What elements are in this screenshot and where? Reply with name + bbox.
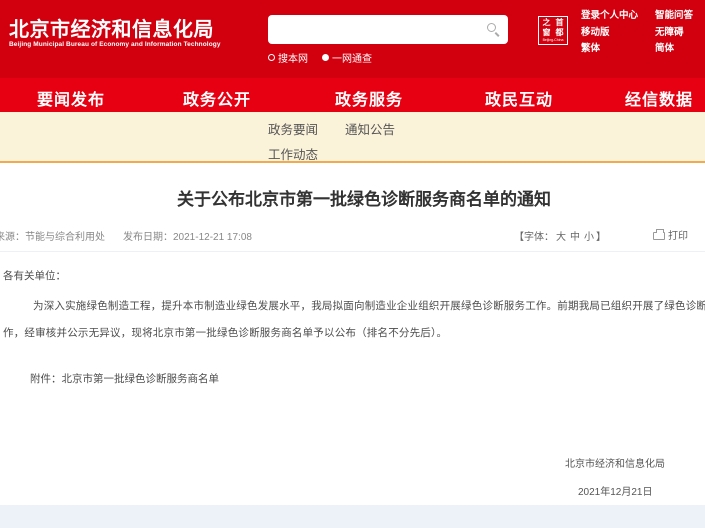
- source-label: 来源：: [0, 232, 25, 243]
- article-date: 发布日期：2021-12-21 17:08: [123, 228, 252, 243]
- article-title: 关于公布北京市第一批绿色诊断服务商名单的通知: [177, 185, 551, 210]
- scope-option-network[interactable]: 一网通查: [322, 50, 372, 65]
- link-login-personal-center[interactable]: 登录个人中心: [581, 8, 638, 25]
- link-mobile-version[interactable]: 移动版: [581, 25, 638, 42]
- link-smart-qa[interactable]: 智能问答: [655, 8, 693, 25]
- nav-dropdown: 政务要闻 通知公告 工作动态: [0, 112, 705, 163]
- font-size-widget: 【字体：大中小】: [514, 228, 606, 243]
- site-header: 北京市经济和信息化局 Beijing Municipal Bureau of E…: [0, 0, 705, 78]
- seal-char: 之: [540, 18, 553, 28]
- search-box: [268, 15, 508, 44]
- font-widget-open: 【字体：: [514, 232, 554, 243]
- seal-char: 首: [553, 18, 566, 28]
- scope-option-site[interactable]: 搜本网: [268, 50, 308, 65]
- print-button[interactable]: 打印: [653, 227, 688, 242]
- site-logo-subtitle: Beijing Municipal Bureau of Economy and …: [9, 41, 221, 48]
- footer-band: [0, 505, 705, 528]
- article-content: 关于公布北京市第一批绿色诊断服务商名单的通知 来源：节能与综合利用处 发布日期：…: [0, 165, 705, 505]
- capital-window-logo[interactable]: 之 首 窗 都 Beijing-China: [538, 16, 568, 45]
- date-value: 2021-12-21 17:08: [173, 232, 252, 243]
- nav-item-gov-services[interactable]: 政务服务: [335, 86, 403, 110]
- seal-char: 窗: [540, 28, 553, 38]
- submenu-item-notices[interactable]: 通知公告: [345, 119, 395, 138]
- submenu-item-work-updates[interactable]: 工作动态: [268, 144, 318, 163]
- quick-links-column-1: 登录个人中心 移动版 繁体: [581, 8, 638, 58]
- search-scope-options: 搜本网 一网通查: [268, 50, 380, 65]
- attachment-link[interactable]: 北京市第一批绿色诊断服务商名单: [62, 373, 220, 385]
- main-nav: 要闻发布 政务公开 政务服务 政民互动 经信数据: [0, 78, 705, 112]
- search-icon[interactable]: [487, 23, 496, 32]
- nav-item-gov-disclosure[interactable]: 政务公开: [183, 86, 251, 110]
- radio-ring-icon: [268, 54, 275, 61]
- article-body-line: 作，经审核并公示无异议，现将北京市第一批绿色诊断服务商名单予以公布（排名不分先后…: [3, 325, 447, 340]
- attachment-row: 附件：北京市第一批绿色诊断服务商名单: [30, 371, 219, 386]
- capital-window-seal-icon: 之 首 窗 都: [540, 18, 566, 38]
- attachment-label: 附件：: [30, 373, 62, 385]
- date-label: 发布日期：: [123, 232, 173, 243]
- font-size-small-button[interactable]: 小: [584, 232, 594, 243]
- link-traditional-chinese[interactable]: 繁体: [581, 41, 638, 58]
- link-accessibility[interactable]: 无障碍: [655, 25, 693, 42]
- submenu-item-gov-news[interactable]: 政务要闻: [268, 119, 318, 138]
- font-size-medium-button[interactable]: 中: [570, 232, 580, 243]
- quick-links-column-2: 智能问答 无障碍 简体: [655, 8, 693, 58]
- site-logo-title: 北京市经济和信息化局: [9, 13, 214, 42]
- link-simplified-chinese[interactable]: 简体: [655, 41, 693, 58]
- radio-dot-icon: [322, 54, 329, 61]
- signature-org: 北京市经济和信息化局: [565, 455, 665, 470]
- nav-item-economic-data[interactable]: 经信数据: [625, 86, 693, 110]
- meta-divider: [0, 251, 705, 252]
- font-widget-close: 】: [596, 232, 606, 243]
- font-size-large-button[interactable]: 大: [556, 232, 566, 243]
- scope-option-label: 搜本网: [278, 50, 308, 65]
- search-input[interactable]: [276, 17, 486, 41]
- page: 北京市经济和信息化局 Beijing Municipal Bureau of E…: [0, 0, 705, 528]
- article-meta: 来源：节能与综合利用处 发布日期：2021-12-21 17:08 【字体：大中…: [0, 228, 705, 242]
- nav-item-public-interaction[interactable]: 政民互动: [485, 86, 553, 110]
- seal-char: 都: [553, 28, 566, 38]
- seal-caption: Beijing-China: [540, 38, 566, 43]
- signature-date: 2021年12月21日: [578, 483, 653, 498]
- article-source: 来源：节能与综合利用处: [0, 228, 105, 243]
- scope-option-label: 一网通查: [332, 50, 372, 65]
- print-label: 打印: [668, 231, 688, 242]
- source-value: 节能与综合利用处: [25, 232, 105, 243]
- printer-icon: [653, 232, 665, 240]
- article-salutation: 各有关单位：: [3, 268, 66, 283]
- nav-item-news-release[interactable]: 要闻发布: [37, 86, 105, 110]
- article-body-line: 为深入实施绿色制造工程，提升本市制造业绿色发展水平，我局拟面向制造业企业组织开展…: [33, 298, 705, 313]
